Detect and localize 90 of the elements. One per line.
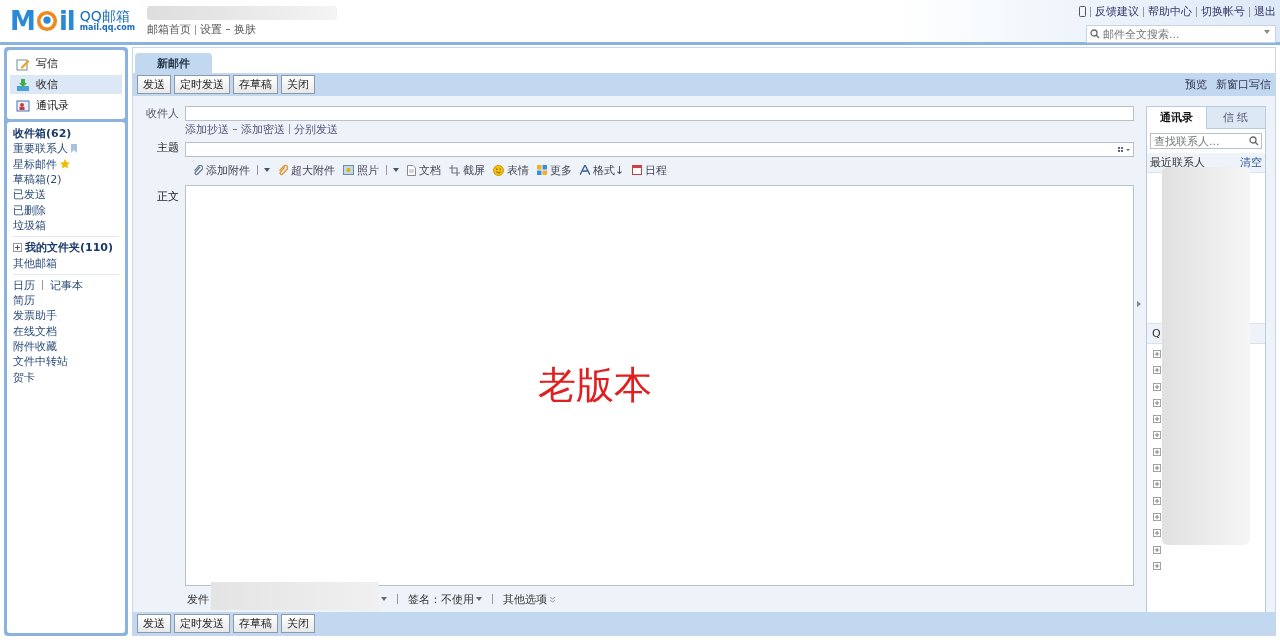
sidebar-action[interactable]: 写信 <box>10 54 122 73</box>
recipient-field[interactable] <box>185 106 1134 121</box>
top-link[interactable]: 切换帐号 <box>1201 4 1245 19</box>
expand-icon[interactable] <box>13 243 22 253</box>
folder-link[interactable]: 重要联系人 <box>13 141 68 157</box>
editor-tool[interactable]: 表情 <box>493 162 529 178</box>
toolbar-button[interactable]: 定时发送 <box>174 614 230 633</box>
folder-link[interactable]: 其他邮箱 <box>13 255 57 271</box>
toolbar-link[interactable]: 预览 <box>1185 77 1207 92</box>
top-link[interactable]: 退出 <box>1254 4 1276 19</box>
search-icon <box>1090 29 1100 39</box>
logo-subtext: mail.qq.com <box>79 24 136 34</box>
editor-tool[interactable]: 日程 <box>632 162 668 178</box>
chevron-icon <box>549 595 556 603</box>
header-link[interactable]: 邮箱首页 <box>147 22 192 37</box>
search-field[interactable]: 邮件全文搜索... <box>1086 25 1276 43</box>
cc-link[interactable]: 添加密送 <box>241 121 285 137</box>
logo-letter: M <box>10 6 35 36</box>
cc-link[interactable]: 添加抄送 <box>185 121 229 137</box>
folder-link[interactable]: 已发送 <box>13 187 46 203</box>
tool-link[interactable]: 附件收藏 <box>13 339 57 354</box>
logo-text: QQ邮箱 <box>79 8 130 24</box>
toolbar-button[interactable]: 关闭 <box>281 614 315 633</box>
annotation-text: 老版本 <box>537 362 652 409</box>
sidebar-action[interactable]: 收信 <box>10 75 122 94</box>
header-link[interactable]: 设置 <box>200 22 223 37</box>
tool-link[interactable]: 贺卡 <box>13 369 35 385</box>
folder-link[interactable]: 收件箱(62) <box>13 126 72 142</box>
document-icon <box>407 164 416 176</box>
editor-tool[interactable]: 添加附件 <box>193 162 270 178</box>
compose-tab[interactable]: 新邮件 <box>135 53 212 73</box>
tiles-icon <box>537 165 547 175</box>
cc-link[interactable]: 分别发送 <box>294 121 338 137</box>
tool-link[interactable]: 日历 <box>13 277 35 293</box>
panel-tab[interactable]: 信 纸 <box>1205 107 1265 129</box>
toolbar-button[interactable]: 存草稿 <box>233 614 278 633</box>
bookmark-icon <box>71 144 77 154</box>
top-link[interactable]: 帮助中心 <box>1148 4 1192 19</box>
subject-field[interactable] <box>185 142 1134 157</box>
toolbar-button[interactable]: 发送 <box>137 614 171 633</box>
toolbar-button[interactable]: 存草稿 <box>233 75 278 94</box>
options-link[interactable]: 其他选项 <box>503 591 547 607</box>
section-title: Q <box>1152 327 1161 340</box>
phone-icon[interactable] <box>1079 6 1086 17</box>
contact-search-field[interactable]: 查找联系人... <box>1150 133 1262 149</box>
section-title: 最近联系人 <box>1150 155 1205 170</box>
calendar-icon <box>632 165 643 175</box>
pencil-icon <box>16 56 30 71</box>
grid-icon <box>1118 146 1130 153</box>
folder-link[interactable]: 我的文件夹(110) <box>25 240 114 256</box>
body-editor[interactable]: 老版本 <box>185 185 1134 586</box>
logo-letter: il <box>58 6 75 36</box>
folder-link[interactable]: 已删除 <box>13 202 46 218</box>
tool-link[interactable]: 发票助手 <box>13 308 57 324</box>
clear-link[interactable]: 清空 <box>1240 155 1262 170</box>
field-label: 正文 <box>156 189 180 205</box>
toolbar-button[interactable]: 关闭 <box>281 75 315 94</box>
contact-card-icon <box>16 98 30 113</box>
folder-link[interactable]: 草稿箱(2) <box>13 172 62 188</box>
photo-icon <box>343 165 354 175</box>
search-icon <box>1249 136 1259 146</box>
tool-link[interactable]: 简历 <box>13 293 35 309</box>
tool-link[interactable]: 文件中转站 <box>13 354 68 370</box>
inbox-icon <box>16 77 30 92</box>
font-icon <box>580 165 590 175</box>
toolbar-button[interactable]: 定时发送 <box>174 75 230 94</box>
field-label: 主题 <box>156 139 180 155</box>
sidebar-action[interactable]: 通讯录 <box>10 96 122 115</box>
star-icon <box>60 159 70 170</box>
header-link[interactable]: 换肤 <box>234 22 257 37</box>
tool-link[interactable]: 记事本 <box>50 277 83 293</box>
tool-link[interactable]: 在线文档 <box>13 323 57 339</box>
top-link[interactable]: 反馈建议 <box>1095 4 1139 19</box>
field-label: 收件人 <box>145 106 180 121</box>
sender-label: 发件 <box>187 591 209 607</box>
editor-tool[interactable]: 格式↓ <box>580 162 625 178</box>
toolbar-link[interactable]: 新窗口写信 <box>1216 77 1271 92</box>
editor-tool[interactable]: 照片 <box>343 162 399 178</box>
smiley-icon <box>493 164 504 176</box>
paperclip-icon <box>193 164 203 176</box>
signature-select[interactable]: 签名：不使用 <box>408 591 474 607</box>
toolbar-button[interactable]: 发送 <box>137 75 171 94</box>
folder-link[interactable]: 垃圾箱 <box>13 217 46 233</box>
editor-tool[interactable]: 超大附件 <box>278 162 335 178</box>
editor-tool[interactable]: 更多 <box>537 162 572 178</box>
logo-ring-icon <box>35 10 58 32</box>
editor-tool[interactable]: 截屏 <box>449 162 485 178</box>
paperclip-icon <box>278 164 288 176</box>
editor-tool[interactable]: 文档 <box>407 162 441 178</box>
folder-link[interactable]: 星标邮件 <box>13 156 57 172</box>
